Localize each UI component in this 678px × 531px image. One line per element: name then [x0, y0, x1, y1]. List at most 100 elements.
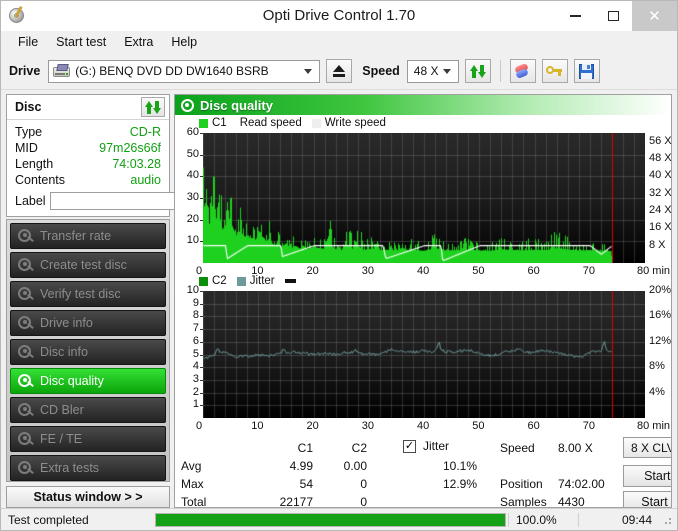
toolbar: Drive (G:) BENQ DVD DD DW1640 BSRB Speed… — [1, 53, 677, 90]
status-window-button[interactable]: Status window > > — [6, 486, 170, 508]
sidebar-item-cd-bler[interactable]: CD Bler — [10, 397, 166, 423]
disc-icon — [18, 286, 34, 302]
menu-item-start-test[interactable]: Start test — [47, 32, 115, 52]
pill-icon — [514, 62, 531, 79]
left-column: Disc Type CD-R MID 97m26s66f Length 74:0… — [6, 94, 261, 508]
disc-icon — [18, 431, 34, 447]
chart-c1-read-speed[interactable] — [203, 133, 645, 263]
panel-header: Disc quality — [175, 95, 671, 115]
disc-panel-title: Disc — [15, 100, 42, 114]
legend-swatch-c1 — [199, 118, 208, 128]
menu-bar: File Start test Extra Help — [1, 31, 677, 53]
stats-total-c1: 22177 — [279, 495, 313, 508]
y-tick-label: 30 — [186, 191, 199, 203]
y-tick-label: 5 — [192, 347, 199, 360]
legend-chart-1: C1 Read speed Write speed — [199, 117, 386, 129]
sidebar-item-verify-test-disc[interactable]: Verify test disc — [10, 281, 166, 307]
y-tick-label: 3 — [192, 372, 199, 385]
y-tick-label: 1 — [192, 398, 199, 411]
write-strategy-select[interactable]: 8 X CLV — [623, 437, 672, 458]
title-bar: Opti Drive Control 1.70 ✕ — [1, 1, 677, 31]
samples-result-value: 4430 — [558, 495, 585, 508]
eject-button[interactable] — [326, 59, 353, 83]
x-tick-label: 60 — [527, 265, 540, 277]
start-part-button[interactable]: Start part — [623, 491, 671, 507]
resize-grip-icon[interactable] — [660, 513, 674, 527]
speed-result-value: 8.00 X — [558, 441, 593, 455]
disc-row-mid-key: MID — [15, 141, 38, 155]
y2-tick-label: 20% — [649, 284, 672, 296]
sidebar-item-disc-quality[interactable]: Disc quality — [10, 368, 166, 394]
sidebar-item-drive-info[interactable]: Drive info — [10, 310, 166, 336]
menu-item-extra[interactable]: Extra — [115, 32, 162, 52]
disc-refresh-button[interactable] — [141, 97, 165, 117]
minimize-button[interactable] — [556, 1, 594, 31]
speed-select-value: 48 X — [413, 64, 439, 78]
y-tick-mark — [200, 241, 203, 242]
maximize-button[interactable] — [594, 1, 632, 31]
drive-icon — [53, 64, 71, 78]
refresh-drive-button[interactable] — [464, 59, 491, 83]
charts-area: C1 Read speed Write speed 0 10 20 30 40 50 60 7… — [175, 115, 671, 507]
sidebar-item-create-test-disc[interactable]: Create test disc — [10, 252, 166, 278]
drive-select[interactable]: (G:) BENQ DVD DD DW1640 BSRB — [48, 59, 321, 83]
legend-label-c1: C1 — [212, 117, 227, 129]
refresh-icon — [469, 64, 486, 79]
disc-icon — [18, 402, 34, 418]
disc-label-row: Label — [15, 191, 261, 211]
x-tick-label: 50 — [472, 420, 485, 432]
legend-swatch-jitter — [236, 276, 246, 286]
sidebar-item-label: FE / TE — [40, 432, 83, 446]
disc-info-rows: Type CD-R MID 97m26s66f Length 74:03.28 … — [7, 120, 261, 216]
sidebar-item-label: Verify test disc — [40, 287, 121, 301]
pill-button[interactable] — [509, 59, 536, 83]
y-tick-mark — [200, 342, 203, 343]
y2-tick-label: 32 X — [649, 186, 672, 199]
jitter-checkbox[interactable]: ✓ — [403, 439, 416, 453]
y2-tick-label: 48 X — [649, 152, 672, 164]
y-tick-label: 7 — [192, 322, 199, 335]
eject-icon — [333, 65, 346, 77]
y2-tick-label: 24 X — [649, 204, 672, 216]
y2-tick-label: 4% — [649, 385, 665, 398]
y2-tick-label: 56 X — [649, 134, 672, 147]
y-tick-label: 10 — [186, 234, 199, 247]
chart-c2-jitter[interactable] — [203, 291, 645, 418]
y-tick-mark — [200, 355, 203, 356]
start-full-button[interactable]: Start full — [623, 465, 671, 487]
y-tick-mark — [200, 380, 203, 381]
y2-tick-label: 8 X — [649, 238, 666, 251]
jitter-checkbox-row[interactable]: ✓ Jitter — [403, 439, 449, 453]
y-tick-mark — [200, 405, 203, 406]
sidebar-item-label: Disc info — [40, 345, 88, 359]
sidebar-item-disc-info[interactable]: Disc info — [10, 339, 166, 365]
sidebar-item-fe-te[interactable]: FE / TE — [10, 426, 166, 452]
menu-item-help[interactable]: Help — [162, 32, 206, 52]
y-tick-mark — [200, 155, 203, 156]
key-button[interactable] — [541, 59, 568, 83]
y-tick-mark — [200, 329, 203, 330]
x-tick-label: 20 — [306, 265, 319, 277]
stats-row-avg-label: Avg — [181, 459, 202, 473]
disc-icon — [18, 373, 34, 389]
y-tick-mark — [200, 393, 203, 394]
write-strategy-value: 8 X CLV — [631, 440, 672, 455]
menu-item-file[interactable]: File — [9, 32, 47, 52]
drive-label: Drive — [9, 64, 41, 78]
sidebar-item-extra-tests[interactable]: Extra tests — [10, 455, 166, 481]
sidebar-item-label: Drive info — [40, 316, 93, 330]
y2-tick-label: 8% — [649, 360, 665, 373]
legend-swatch-write-speed — [311, 118, 321, 128]
disc-row-length-key: Length — [15, 157, 54, 171]
y-tick-mark — [200, 198, 203, 199]
legend-label-c2: C2 — [212, 275, 227, 287]
x-tick-label: 0 — [196, 420, 203, 432]
sidebar-item-transfer-rate[interactable]: Transfer rate — [10, 223, 166, 249]
speed-select[interactable]: 48 X — [406, 59, 459, 83]
legend-swatch-c2 — [199, 276, 208, 286]
close-button[interactable]: ✕ — [632, 1, 677, 31]
y-tick-mark — [200, 316, 203, 317]
save-button[interactable] — [573, 59, 600, 83]
y-tick-mark — [200, 220, 203, 221]
panel-title: Disc quality — [200, 97, 273, 113]
